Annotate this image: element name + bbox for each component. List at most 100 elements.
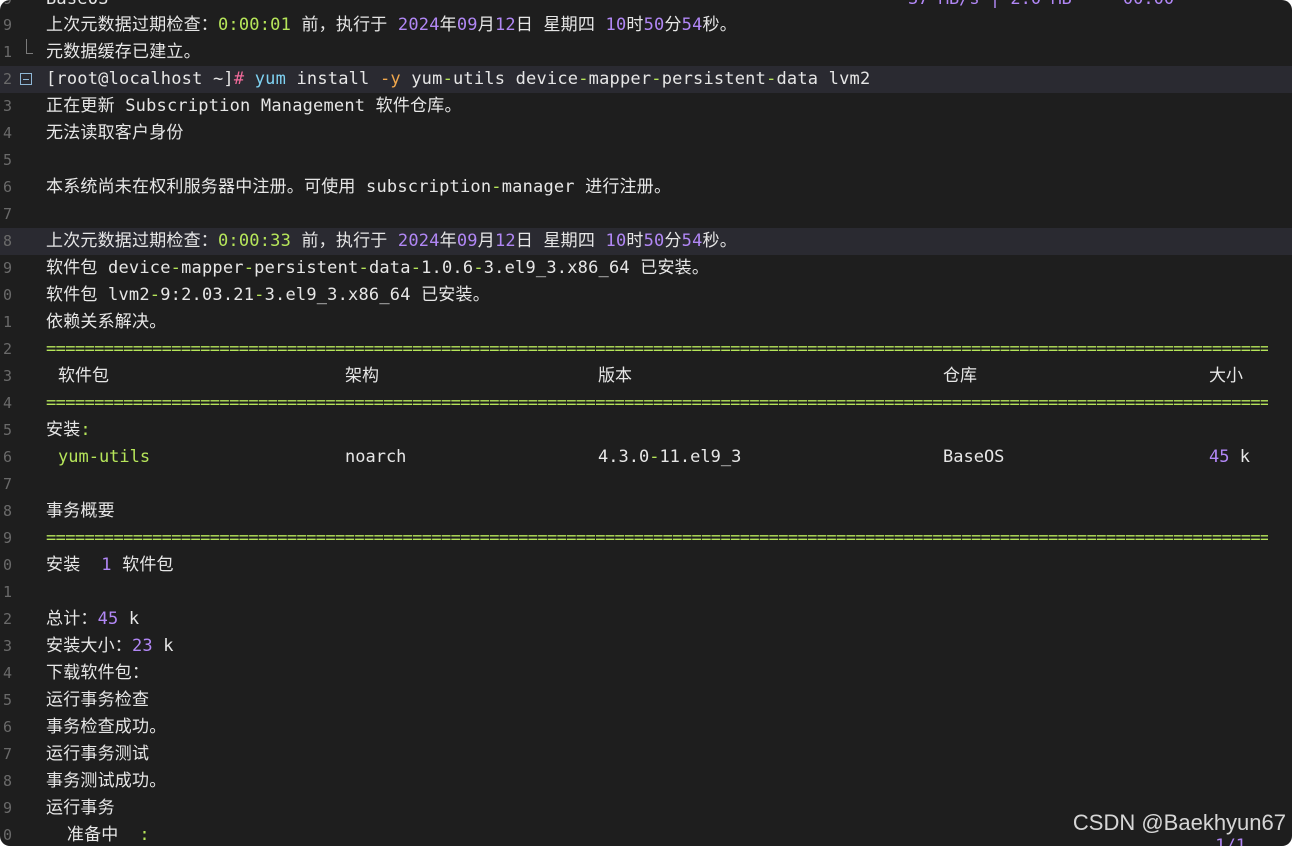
line-number: 0 bbox=[2, 286, 12, 304]
line-number: 0 bbox=[2, 826, 12, 844]
line-number: 6 bbox=[2, 448, 12, 466]
line-number: 3 bbox=[2, 367, 12, 385]
line-number: 7 bbox=[2, 205, 12, 223]
cell-version: 4.3.0-11.el9_3 bbox=[598, 447, 742, 467]
line-number: 8 bbox=[2, 772, 12, 790]
line-number: 7 bbox=[2, 475, 12, 493]
separator-rule: ========================================… bbox=[46, 339, 1268, 359]
line-number: 6 bbox=[2, 718, 12, 736]
table-row: 6 yum-utils noarch 4.3.0-11.el9_3 BaseOS… bbox=[0, 444, 1292, 471]
header-package: 软件包 bbox=[58, 366, 109, 386]
summary-title: 事务概要 bbox=[46, 501, 115, 521]
header-version: 版本 bbox=[598, 366, 632, 386]
line-number: 9 bbox=[2, 259, 12, 277]
progress-counter: 1/1 bbox=[1215, 836, 1246, 846]
terminal-line: 5 安装: bbox=[0, 417, 1292, 444]
header-repo: 仓库 bbox=[943, 366, 977, 386]
line-number: 9 bbox=[2, 16, 12, 34]
terminal-line: 8 事务测试成功。 bbox=[0, 768, 1292, 795]
step-text: 运行事务测试 bbox=[46, 744, 150, 764]
pkg-installed-text: 软件包 device-mapper-persistent-data-1.0.6-… bbox=[46, 258, 710, 278]
terminal-line-highlight: 8 上次元数据过期检查：0:00:33 前，执行于 2024年09月12日 星期… bbox=[0, 228, 1292, 255]
cache-built-text: 元数据缓存已建立。 bbox=[46, 42, 201, 62]
meta-check-line: 上次元数据过期检查：0:00:33 前，执行于 2024年09月12日 星期四 … bbox=[46, 231, 737, 251]
terminal-line: 2 总计：45 k bbox=[0, 606, 1292, 633]
terminal-line: 6 本系统尚未在权利服务器中注册。可使用 subscription-manage… bbox=[0, 174, 1292, 201]
terminal-line: 4 ======================================… bbox=[0, 390, 1292, 417]
terminal-line: 4 下载软件包： bbox=[0, 660, 1292, 687]
cell-package-name: yum-utils bbox=[58, 447, 151, 467]
terminal-line: 1 元数据缓存已建立。 bbox=[0, 39, 1292, 66]
terminal-line: 9 上次元数据过期检查：0:00:01 前，执行于 2024年09月12日 星期… bbox=[0, 12, 1292, 39]
line-number: 3 bbox=[2, 637, 12, 655]
terminal-line: 1 bbox=[0, 579, 1292, 606]
line-number: 2 bbox=[2, 70, 12, 88]
section-install-label: 安装: bbox=[46, 420, 91, 440]
summary-install-count: 安装 1 软件包 bbox=[46, 555, 174, 575]
terminal-line: 3 安装大小：23 k bbox=[0, 633, 1292, 660]
line-number: 5 bbox=[2, 421, 12, 439]
step-text: 事务检查成功。 bbox=[46, 717, 167, 737]
cell-size: 45 k bbox=[1209, 447, 1250, 467]
line-number: 0 bbox=[2, 556, 12, 574]
line-number: 2 bbox=[2, 340, 12, 358]
terminal-line: 5 bbox=[0, 147, 1292, 174]
terminal-line: 7 bbox=[0, 471, 1292, 498]
step-text: 事务测试成功。 bbox=[46, 771, 167, 791]
cell-arch: noarch bbox=[345, 447, 407, 467]
separator-rule: ========================================… bbox=[46, 528, 1268, 548]
no-identity-text: 无法读取客户身份 bbox=[46, 123, 184, 143]
cell-repo: BaseOS bbox=[943, 447, 1005, 467]
line-number: 4 bbox=[2, 664, 12, 682]
line-number: 5 bbox=[2, 691, 12, 709]
terminal-line: 0 安装 1 软件包 bbox=[0, 552, 1292, 579]
terminal-line: 5 运行事务检查 bbox=[0, 687, 1292, 714]
fold-collapse-icon[interactable] bbox=[18, 66, 40, 93]
terminal-line: 2 ======================================… bbox=[0, 336, 1292, 363]
updating-text: 正在更新 Subscription Management 软件仓库。 bbox=[46, 96, 462, 116]
line-number: 7 bbox=[2, 745, 12, 763]
separator-rule: ========================================… bbox=[46, 393, 1268, 413]
line-number: 9 bbox=[2, 799, 12, 817]
install-size: 安装大小：23 k bbox=[46, 636, 174, 656]
terminal-line: 9 ======================================… bbox=[0, 525, 1292, 552]
line-number: 1 bbox=[2, 43, 12, 61]
terminal-window[interactable]: 9 BaseOS 37 MB/s | 2.0 MB 00:00 9 上次元数据过… bbox=[0, 0, 1292, 846]
line-number: 3 bbox=[2, 97, 12, 115]
total-size: 总计：45 k bbox=[46, 609, 140, 629]
line-number: 6 bbox=[2, 178, 12, 196]
line-number: 5 bbox=[2, 151, 12, 169]
line-number: 9 bbox=[2, 529, 12, 547]
terminal-line: 4 无法读取客户身份 bbox=[0, 120, 1292, 147]
terminal-line: 7 运行事务测试 bbox=[0, 741, 1292, 768]
line-number: 8 bbox=[2, 502, 12, 520]
terminal-line-current: 2 [root@localhost ~]# yum install -y yum… bbox=[0, 66, 1292, 93]
watermark: CSDN @Baekhyun67 bbox=[1072, 810, 1286, 835]
header-size: 大小 bbox=[1209, 366, 1243, 386]
fold-end-icon bbox=[18, 39, 40, 66]
terminal-line: 9 软件包 device-mapper-persistent-data-1.0.… bbox=[0, 255, 1292, 282]
line-number: 1 bbox=[2, 583, 12, 601]
step-text: 运行事务 bbox=[46, 798, 115, 818]
terminal-line: 7 bbox=[0, 201, 1292, 228]
terminal-line: 3 正在更新 Subscription Management 软件仓库。 bbox=[0, 93, 1292, 120]
line-number: 8 bbox=[2, 232, 12, 250]
downloading-text: 下载软件包： bbox=[46, 663, 150, 683]
line-number: 4 bbox=[2, 394, 12, 412]
pkg-installed-text: 软件包 lvm2-9:2.03.21-3.el9_3.x86_64 已安装。 bbox=[46, 285, 490, 305]
command-prompt[interactable]: [root@localhost ~]# yum install -y yum-u… bbox=[46, 66, 870, 93]
step-text: 运行事务检查 bbox=[46, 690, 150, 710]
line-number: 1 bbox=[2, 313, 12, 331]
not-registered-text: 本系统尚未在权利服务器中注册。可使用 subscription-manager … bbox=[46, 177, 672, 197]
terminal-line: 1 依赖关系解决。 bbox=[0, 309, 1292, 336]
terminal-line: 8 事务概要 bbox=[0, 498, 1292, 525]
terminal-line: 6 事务检查成功。 bbox=[0, 714, 1292, 741]
meta-check-line: 上次元数据过期检查：0:00:01 前，执行于 2024年09月12日 星期四 … bbox=[46, 15, 737, 35]
line-number: 4 bbox=[2, 124, 12, 142]
deps-resolved-text: 依赖关系解决。 bbox=[46, 312, 167, 332]
table-header-row: 3 软件包 架构 版本 仓库 大小 bbox=[0, 363, 1292, 390]
header-arch: 架构 bbox=[345, 366, 379, 386]
line-number: 2 bbox=[2, 610, 12, 628]
preparing-text: 准备中 : bbox=[46, 825, 150, 845]
terminal-line: 0 软件包 lvm2-9:2.03.21-3.el9_3.x86_64 已安装。 bbox=[0, 282, 1292, 309]
